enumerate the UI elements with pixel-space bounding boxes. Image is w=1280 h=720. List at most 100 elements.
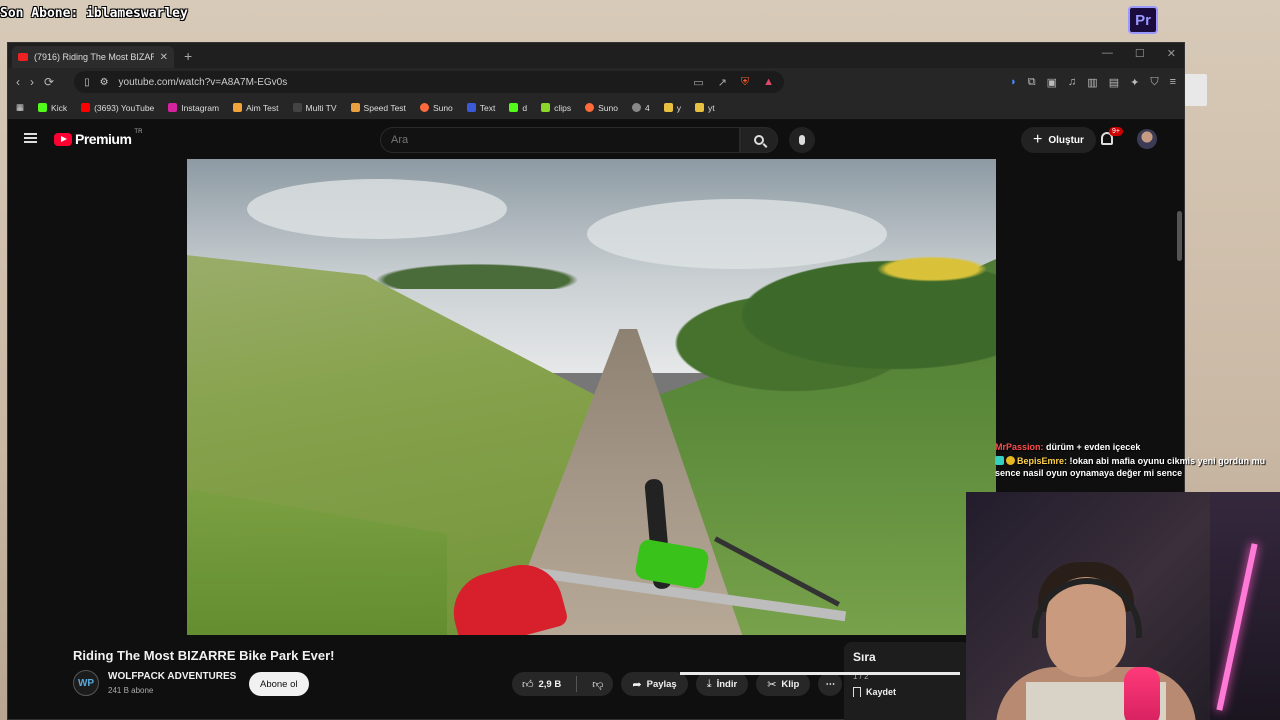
like-separator: [576, 676, 578, 692]
apps-grid-icon[interactable]: ▦: [16, 102, 24, 113]
bookmark-aim-test[interactable]: Aim Test: [233, 103, 279, 113]
menu-icon[interactable]: ≡: [1170, 76, 1176, 89]
clip-label: Klip: [781, 678, 800, 690]
address-bar-row: ‹ › ⟳ ▯ ⚙ youtube.com/watch?v=A8A7M-EGv0…: [8, 68, 1184, 96]
notification-badge: 9+: [1109, 127, 1123, 136]
maximize-icon[interactable]: ☐: [1135, 47, 1145, 60]
queue-title: Sıra: [853, 650, 876, 664]
user-avatar[interactable]: [1137, 129, 1157, 149]
minimize-icon[interactable]: —: [1102, 47, 1113, 60]
download-button[interactable]: ⤓ İndir: [695, 672, 749, 696]
chat-text: dürüm + evden içecek: [1046, 442, 1141, 452]
extension-icons: ◗ ⧉ ▣ ♫ ▥ ▤ ✦ ⛉ ≡: [1010, 76, 1176, 89]
clip-button[interactable]: ✂ Klip: [756, 672, 811, 696]
streamer-webcam: [966, 492, 1280, 720]
share-button[interactable]: ➦ Paylaş: [621, 672, 688, 696]
chat-message: MrPassion: dürüm + evden içecek: [995, 442, 1280, 453]
tab-youtube-video[interactable]: (7916) Riding The Most BIZARRE ✕: [12, 46, 174, 68]
search-icon: [754, 135, 764, 145]
more-actions-button[interactable]: ⋯: [818, 672, 843, 696]
bookmark-clips[interactable]: clips: [541, 103, 571, 113]
premiere-pro-icon[interactable]: Pr: [1128, 6, 1158, 34]
video-title: Riding The Most BIZARRE Bike Park Ever!: [73, 648, 335, 663]
bookmark-kick[interactable]: Kick: [38, 103, 67, 113]
music-icon[interactable]: ♫: [1068, 76, 1076, 89]
video-actions: 👍︎ 2,9 B 👎︎ ➦ Paylaş ⤓ İndir ✂ Klip ⋯: [512, 672, 843, 696]
video-player[interactable]: [187, 159, 996, 635]
brave-shield-icon[interactable]: ⛨: [741, 76, 749, 89]
plus-icon: +: [1033, 131, 1043, 148]
download-icon: ⤓: [706, 677, 712, 690]
bookmark-4[interactable]: 4: [632, 103, 650, 113]
channel-name[interactable]: WOLFPACK ADVENTURES: [108, 671, 236, 682]
like-button[interactable]: 👍︎ 2,9 B: [512, 672, 571, 696]
video-far-trees: [347, 259, 607, 289]
vip-badge-icon: [1006, 456, 1015, 466]
create-label: Oluştur: [1048, 134, 1084, 146]
search-input[interactable]: [380, 127, 740, 153]
leo-icon[interactable]: ✦: [1130, 76, 1139, 89]
bookmark-text[interactable]: Text: [466, 103, 495, 113]
share-icon[interactable]: ↗: [718, 76, 727, 89]
bookmark-page-icon[interactable]: ▯: [84, 77, 90, 88]
channel-avatar[interactable]: WP: [73, 670, 99, 696]
dislike-button[interactable]: 👎︎: [582, 672, 613, 696]
stream-chat-overlay: MrPassion: dürüm + evden içecek BepisEmr…: [995, 442, 1280, 482]
thumbs-up-icon: 👍︎: [522, 678, 534, 691]
window-controls: — ☐ ✕: [1102, 47, 1176, 60]
address-field[interactable]: ▯ ⚙ youtube.com/watch?v=A8A7M-EGv0s ▭ ↗ …: [74, 71, 785, 93]
voice-search-button[interactable]: [789, 127, 815, 153]
youtube-play-icon: [54, 132, 72, 146]
bookmark-multi-tv[interactable]: Multi TV: [292, 103, 337, 113]
create-button[interactable]: + Oluştur: [1021, 127, 1096, 153]
sidebar-icon[interactable]: ▥: [1087, 76, 1097, 89]
extension-icon-2[interactable]: ▣: [1047, 76, 1057, 89]
like-count: 2,9 B: [538, 678, 562, 690]
bookmark-suno[interactable]: Suno: [419, 103, 453, 113]
queue-save-button[interactable]: Kaydet: [853, 687, 896, 697]
share-label: Paylaş: [646, 678, 677, 690]
download-label: İndir: [716, 678, 738, 690]
puzzle-icon[interactable]: ⧉: [1028, 76, 1036, 89]
bookmark-d[interactable]: d: [509, 103, 527, 113]
bookmark-folder-yt[interactable]: yt: [694, 103, 715, 113]
url-text[interactable]: youtube.com/watch?v=A8A7M-EGv0s: [119, 77, 684, 88]
extension-icon[interactable]: ◗: [1010, 76, 1017, 89]
bookmark-icon: [853, 687, 861, 697]
cast-icon[interactable]: ▭: [693, 76, 703, 89]
new-tab-button[interactable]: +: [184, 48, 192, 64]
bookmark-youtube[interactable]: (3693) YouTube: [81, 103, 154, 113]
vpn-icon[interactable]: ⛉: [1150, 76, 1158, 89]
bookmark-suno-2[interactable]: Suno: [585, 103, 618, 113]
site-info-icon[interactable]: ⚙: [100, 77, 109, 88]
page-scrollbar[interactable]: [1177, 211, 1182, 261]
subscriber-badge-icon: [995, 456, 1004, 466]
rgb-microphone: [1124, 667, 1160, 720]
bookmark-speed-test[interactable]: Speed Test: [350, 103, 406, 113]
desktop-thumbnail[interactable]: [1183, 74, 1207, 106]
close-window-icon[interactable]: ✕: [1167, 47, 1176, 60]
logo-word: Premium: [75, 131, 132, 147]
back-icon[interactable]: ‹: [16, 75, 20, 89]
queue-panel[interactable]: Sıra 1 / 2 Kaydet: [844, 642, 970, 720]
last-subscriber-overlay: Son Abone: iblameswarley: [0, 6, 188, 21]
subscribe-button[interactable]: Abone ol: [249, 672, 309, 696]
chat-username: BepisEmre:: [1017, 456, 1068, 467]
brave-rewards-icon[interactable]: ▲: [763, 76, 774, 89]
thumbs-down-icon: 👎︎: [592, 678, 604, 691]
hamburger-menu-icon[interactable]: [24, 133, 37, 143]
youtube-premium-logo[interactable]: Premium TR: [54, 129, 143, 147]
logo-region: TR: [134, 129, 143, 135]
bookmark-folder-y[interactable]: y: [663, 103, 681, 113]
microphone-icon: [799, 135, 805, 145]
youtube-header: Premium TR + Oluştur 9+: [8, 121, 1184, 159]
video-yellow-flowers: [867, 254, 996, 284]
subscriber-count: 241 B abone: [108, 686, 154, 695]
reload-icon[interactable]: ⟳: [44, 75, 54, 89]
bookmark-instagram[interactable]: Instagram: [168, 103, 219, 113]
search-button[interactable]: [740, 127, 778, 153]
wallet-icon[interactable]: ▤: [1109, 76, 1119, 89]
like-dislike-group: 👍︎ 2,9 B 👎︎: [512, 672, 614, 696]
close-tab-icon[interactable]: ✕: [160, 52, 168, 63]
forward-icon[interactable]: ›: [30, 75, 34, 89]
